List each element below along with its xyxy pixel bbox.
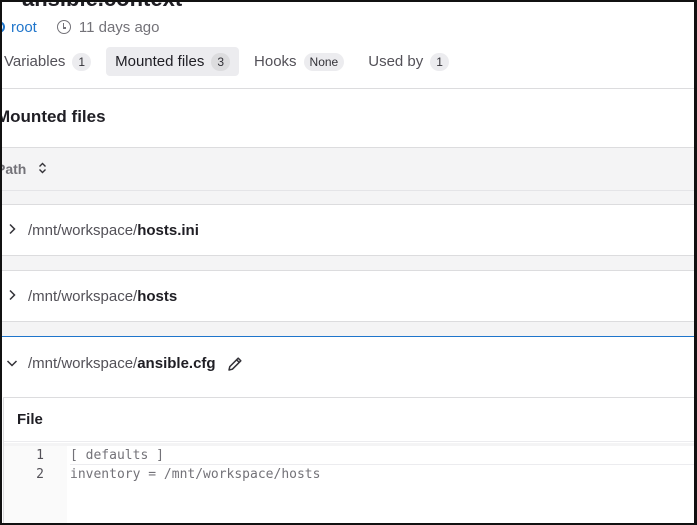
count-badge: None bbox=[303, 52, 345, 71]
file-row-ansible-cfg[interactable]: /mnt/workspace/ansible.cfg bbox=[0, 336, 697, 390]
code-text: inventory = /mnt/workspace/hosts bbox=[70, 467, 321, 482]
path-filename: hosts.ini bbox=[137, 221, 199, 239]
clock-icon bbox=[56, 20, 71, 34]
user-icon bbox=[0, 21, 5, 33]
count-badge: 3 bbox=[211, 52, 231, 71]
tab-label: Hooks bbox=[254, 53, 297, 70]
path-filename: ansible.cfg bbox=[137, 355, 216, 372]
row-gap bbox=[0, 256, 697, 270]
column-label: Path bbox=[0, 161, 27, 177]
tab-hooks[interactable]: Hooks None bbox=[245, 47, 353, 76]
file-row-hosts-ini[interactable]: /mnt/workspace/hosts.ini bbox=[0, 204, 697, 256]
tab-mounted-files[interactable]: Mounted files 3 bbox=[106, 47, 240, 76]
tab-bar: Variables 1 Mounted files 3 Hooks None U… bbox=[0, 47, 464, 76]
tab-label: Mounted files bbox=[115, 53, 205, 70]
line-number: 2 bbox=[36, 467, 44, 482]
file-content-panel: File 1 [ defaults ] 2 inventory = /mnt/w… bbox=[3, 397, 697, 525]
section-title: Mounted files bbox=[0, 107, 106, 126]
sort-icon bbox=[38, 162, 47, 174]
path-prefix: /mnt/workspace/ bbox=[28, 355, 138, 372]
tab-label: Used by bbox=[368, 53, 424, 70]
table-header: Path bbox=[0, 147, 697, 191]
tab-used-by[interactable]: Used by 1 bbox=[359, 47, 458, 76]
tab-variables[interactable]: Variables 1 bbox=[0, 47, 100, 76]
code-viewer: 1 [ defaults ] 2 inventory = /mnt/worksp… bbox=[4, 443, 697, 525]
chevron-right-icon[interactable] bbox=[0, 223, 24, 238]
column-header-path[interactable]: Path bbox=[0, 161, 47, 177]
count-badge: 1 bbox=[72, 52, 92, 71]
line-number: 1 bbox=[36, 448, 44, 463]
code-line: 2 inventory = /mnt/workspace/hosts bbox=[4, 465, 697, 484]
pencil-icon[interactable] bbox=[226, 355, 244, 373]
path-filename: hosts bbox=[137, 287, 178, 305]
chevron-right-icon[interactable] bbox=[0, 289, 24, 304]
count-badge: 1 bbox=[430, 52, 449, 71]
file-panel-title: File bbox=[4, 398, 697, 442]
code-text: [ defaults ] bbox=[70, 448, 164, 463]
chevron-down-icon[interactable] bbox=[0, 356, 24, 371]
divider bbox=[0, 88, 697, 89]
context-meta: root 11 days ago bbox=[0, 17, 159, 37]
owner-link[interactable]: root bbox=[11, 19, 37, 36]
row-gap bbox=[0, 322, 697, 336]
created-age: 11 days ago bbox=[78, 18, 160, 36]
code-line: 1 [ defaults ] bbox=[4, 446, 697, 465]
file-row-hosts[interactable]: /mnt/workspace/hosts bbox=[0, 270, 697, 322]
path-prefix: /mnt/workspace/ bbox=[28, 221, 138, 239]
row-gap bbox=[0, 191, 697, 204]
tab-label: Variables bbox=[4, 53, 66, 70]
path-prefix: /mnt/workspace/ bbox=[28, 287, 138, 305]
page-title: ansible.context bbox=[22, 0, 182, 12]
